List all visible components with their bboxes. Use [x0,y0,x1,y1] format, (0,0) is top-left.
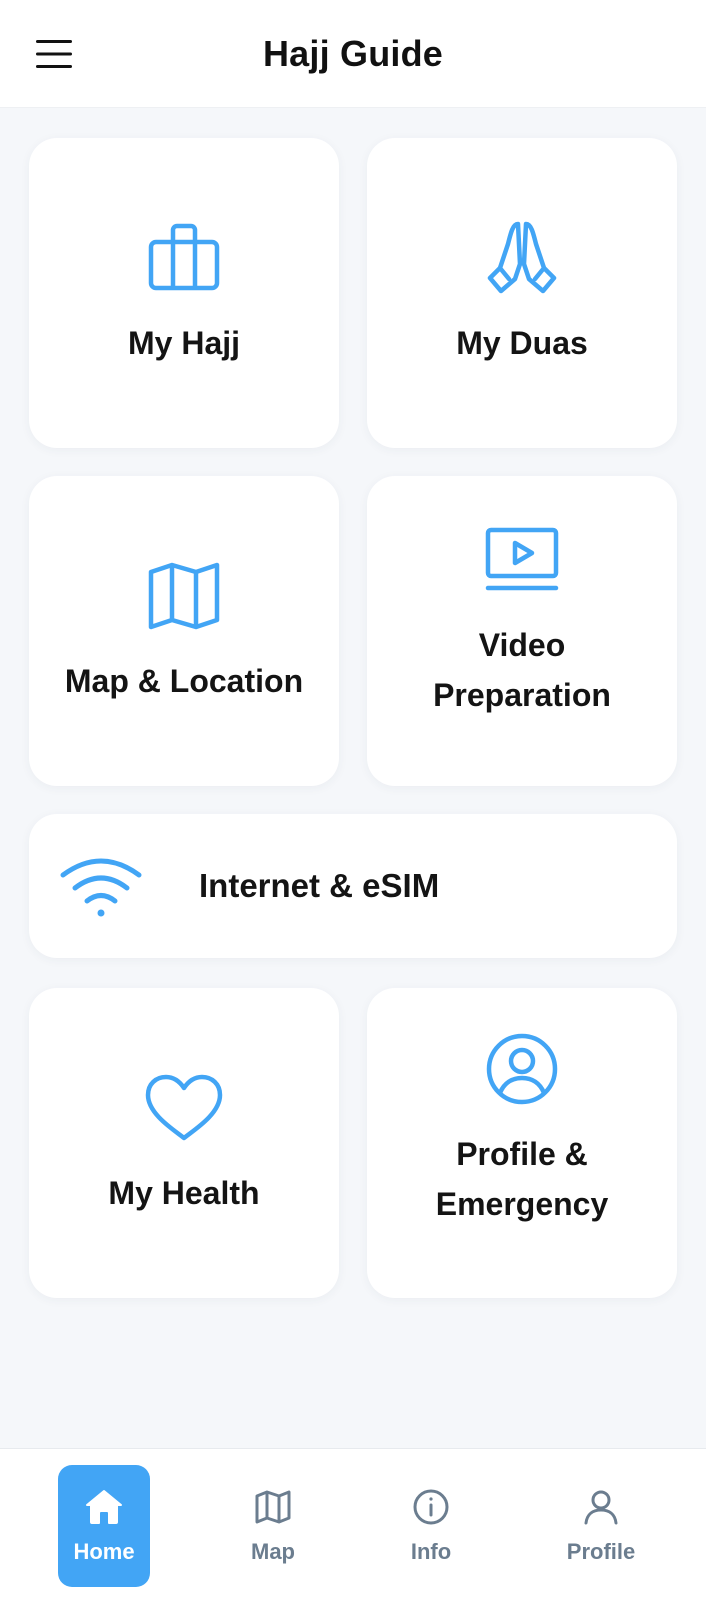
tile-label-line: Preparation [433,677,611,713]
user-icon [581,1487,621,1527]
map-icon [253,1487,293,1527]
card-internet-esim[interactable]: Internet & eSIM [29,814,677,958]
video-play-icon [482,520,562,600]
nav-item-profile[interactable]: Profile [555,1465,647,1587]
praying-hands-icon [482,218,562,298]
user-circle-icon [482,1029,562,1109]
tile-label-line: Video [478,627,566,663]
tile-label-line: Emergency [435,1186,609,1222]
tile-label-line: Profile & [456,1136,588,1172]
wifi-icon [59,844,143,928]
tile-my-hajj[interactable]: My Hajj [29,138,339,448]
nav-item-info[interactable]: Info [385,1465,477,1587]
briefcase-icon [144,218,224,298]
tile-map-location[interactable]: Map & Location [29,476,339,786]
tile-label: My Hajj [127,325,241,361]
nav-label: Info [410,1539,452,1564]
tile-video-preparation[interactable]: Video Preparation [367,476,677,786]
tile-label: Profile & Emergency [392,1129,652,1229]
nav-label: Map [251,1539,295,1564]
tile-label: Video Preparation [392,620,652,720]
bottom-navigation: Home Map Info Profile [0,1448,706,1600]
nav-label: Profile [566,1539,636,1564]
tile-label: My Health [108,1175,260,1211]
tile-label: My Duas [456,325,588,361]
info-icon [411,1487,451,1527]
nav-item-home[interactable]: Home [58,1465,150,1587]
tile-label: Map & Location [64,663,304,699]
tile-my-duas[interactable]: My Duas [367,138,677,448]
nav-label: Home [73,1539,135,1564]
nav-item-map[interactable]: Map [227,1465,319,1587]
tile-my-health[interactable]: My Health [29,988,339,1298]
home-icon [84,1487,124,1527]
tile-profile-emergency[interactable]: Profile & Emergency [367,988,677,1298]
wide-card-label: Internet & eSIM [199,867,440,904]
heart-icon [144,1068,224,1148]
map-icon [144,556,224,636]
page-title: Hajj Guide [262,33,444,74]
app-header: Hajj Guide [0,0,706,108]
